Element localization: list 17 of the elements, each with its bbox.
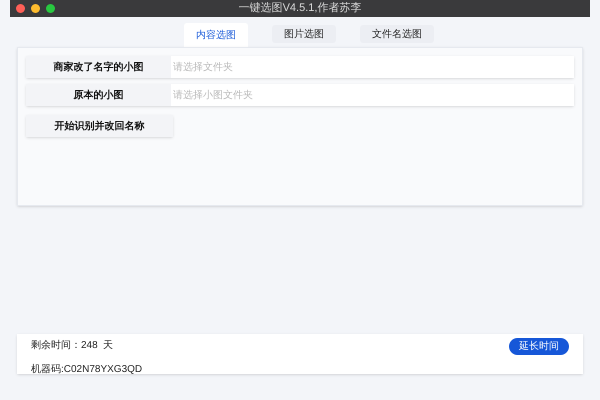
tab[interactable]: 文件名选图 — [360, 25, 434, 43]
remaining-time: 剩余时间：248 天 — [31, 338, 114, 353]
minimize-button[interactable] — [31, 4, 40, 13]
folder-input[interactable]: 请选择文件夹 — [171, 56, 574, 78]
close-button[interactable] — [16, 4, 25, 13]
machine-code: 机器码:C02N78YXG3QD — [31, 362, 142, 377]
tab[interactable]: 图片选图 — [272, 25, 336, 43]
folder-field[interactable]: 原本的小图 请选择小图文件夹 — [26, 84, 574, 106]
extend-time-button[interactable]: 延长时间 — [509, 338, 569, 355]
window-title: 一键选图V4.5.1,作者苏李 — [238, 1, 362, 16]
maximize-button[interactable] — [46, 4, 55, 13]
select-folder-button[interactable]: 原本的小图 — [26, 84, 171, 106]
select-folder-button[interactable]: 商家改了名字的小图 — [26, 56, 171, 78]
folder-field[interactable]: 商家改了名字的小图 请选择文件夹 — [26, 56, 574, 78]
folder-input[interactable]: 请选择小图文件夹 — [171, 84, 574, 106]
start-button[interactable]: 开始识别并改回名称 — [26, 115, 173, 137]
tab[interactable]: 内容选图 — [184, 23, 248, 47]
